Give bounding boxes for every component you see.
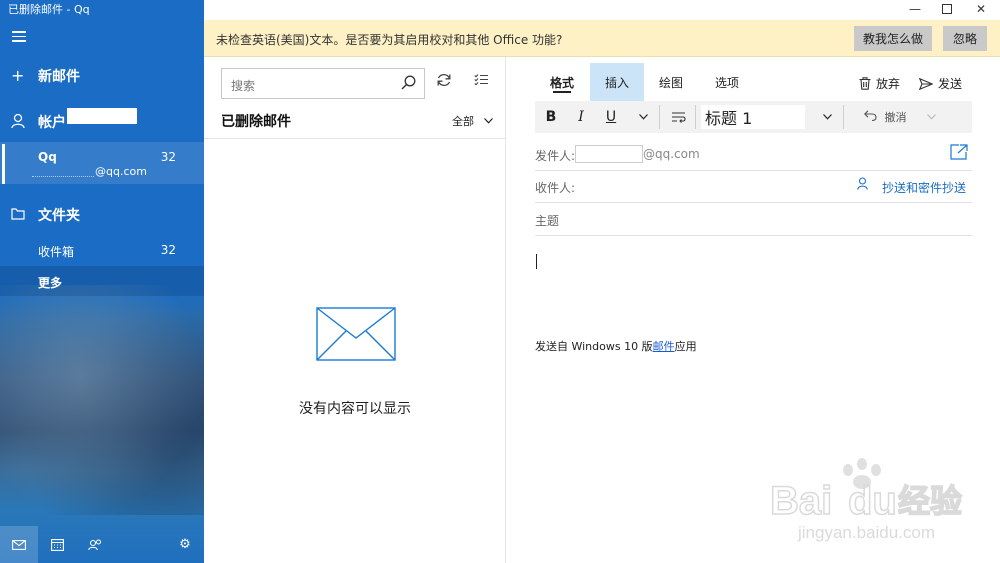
watermark-brand: Bai — [770, 479, 832, 523]
italic-button[interactable]: I — [571, 101, 591, 133]
proofing-notice-bar: 未检查英语(美国)文本。是否要为其启用校对和其他 Office 功能? 教我怎么… — [204, 20, 1000, 57]
list-divider — [204, 138, 506, 139]
folder-item-inbox[interactable]: 收件箱 32 — [0, 235, 204, 265]
account-unread-count: 32 — [160, 150, 176, 164]
watermark-product: 经验 — [898, 482, 962, 520]
send-icon — [918, 77, 934, 93]
sync-icon[interactable] — [434, 72, 454, 93]
filter-label: 全部 — [452, 115, 474, 128]
font-format-dropdown[interactable] — [635, 101, 651, 133]
toolbar-divider — [843, 105, 844, 129]
signature: 发送自 Windows 10 版邮件应用 — [535, 338, 697, 354]
account-item-qq[interactable]: Qq 32 @qq.com — [0, 142, 204, 184]
folders-header[interactable]: 文件夹 — [0, 205, 204, 225]
discard-button[interactable]: 放弃 — [859, 75, 900, 93]
subject-placeholder: 主题 — [535, 214, 560, 228]
popout-icon[interactable] — [950, 144, 968, 164]
style-selector[interactable]: 标题 1 — [701, 105, 805, 129]
email-redaction — [32, 167, 94, 177]
from-address-suffix: @qq.com — [643, 147, 700, 161]
folder-label: 收件箱 — [38, 245, 75, 259]
baidu-watermark: Bai du 经验 jingyan.baidu.com — [769, 456, 990, 546]
empty-state-text: 没有内容可以显示 — [299, 401, 411, 417]
folders-label: 文件夹 — [38, 208, 80, 224]
mail-icon[interactable] — [0, 526, 38, 563]
trash-icon — [859, 77, 871, 93]
undo-dropdown[interactable] — [923, 101, 939, 133]
minimize-icon[interactable]: — — [900, 0, 930, 18]
new-mail-button[interactable]: + 新邮件 — [0, 66, 204, 86]
folder-title: 已删除邮件 — [221, 114, 291, 130]
cc-bcc-link[interactable]: 抄送和密件抄送 — [882, 179, 966, 196]
notice-message: 未检查英语(美国)文本。是否要为其启用校对和其他 Office 功能? — [216, 33, 563, 47]
new-mail-label: 新邮件 — [38, 69, 80, 85]
subject-field[interactable]: 主题 — [535, 204, 972, 236]
hamburger-menu-icon[interactable] — [12, 31, 26, 43]
selection-mode-icon[interactable] — [471, 73, 491, 90]
ignore-button[interactable]: 忽略 — [943, 26, 987, 51]
underline-button[interactable]: U — [601, 101, 621, 133]
signature-suffix: 应用 — [674, 340, 697, 353]
selection-indicator — [2, 144, 5, 184]
signature-prefix: 发送自 Windows 10 版 — [535, 340, 653, 353]
undo-button[interactable]: 撤消 — [855, 101, 915, 133]
person-icon — [857, 177, 868, 194]
send-label: 发送 — [938, 77, 963, 91]
style-dropdown[interactable] — [819, 101, 835, 133]
chevron-down-icon — [483, 114, 493, 127]
filter-dropdown[interactable]: 全部 — [452, 113, 493, 129]
search-input[interactable]: 搜索 — [221, 68, 425, 99]
account-name-redaction — [67, 108, 137, 124]
folder-label: 更多 — [38, 276, 63, 290]
from-address-redaction — [575, 145, 643, 163]
toolbar-divider — [659, 105, 660, 129]
to-field[interactable]: 收件人: 抄送和密件抄送 — [535, 171, 972, 203]
plus-icon: + — [11, 66, 25, 85]
text-cursor — [536, 254, 537, 269]
account-name: Qq — [38, 150, 57, 164]
tab-insert[interactable]: 插入 — [590, 63, 644, 101]
settings-icon[interactable]: ⚙ — [166, 526, 204, 563]
sidebar: 已删除邮件 - Qq + 新邮件 帐户 Qq 32 @qq.com 文件夹 收件… — [0, 0, 204, 563]
message-list-pane: 搜索 已删除邮件 全部 没有内容可以显示 — [204, 57, 506, 563]
accounts-label: 帐户 — [38, 115, 66, 131]
from-label: 发件人: — [535, 149, 576, 163]
search-icon[interactable] — [401, 75, 416, 94]
calendar-icon[interactable] — [38, 526, 76, 563]
people-icon[interactable] — [76, 526, 114, 563]
toolbar-divider — [695, 105, 696, 129]
signature-link[interactable]: 邮件 — [653, 340, 675, 353]
from-field[interactable]: 发件人: @qq.com — [535, 139, 972, 171]
maximize-icon[interactable] — [932, 0, 962, 18]
background-landscape — [0, 285, 204, 515]
paragraph-format-icon[interactable] — [668, 101, 688, 133]
to-label: 收件人: — [535, 181, 576, 195]
bottom-nav: ⚙ — [0, 526, 204, 563]
person-icon — [11, 113, 25, 132]
folder-icon — [11, 207, 25, 223]
undo-label: 撤消 — [884, 111, 907, 124]
undo-icon — [863, 110, 877, 124]
tab-draw[interactable]: 绘图 — [649, 63, 693, 101]
tab-format[interactable]: 格式 — [539, 63, 585, 101]
search-placeholder: 搜索 — [231, 79, 256, 93]
watermark-brand2: du — [848, 479, 897, 523]
format-toolbar: B I U 标题 1 撤消 — [535, 101, 972, 133]
tab-options[interactable]: 选项 — [705, 63, 749, 101]
empty-envelope-icon — [316, 307, 396, 361]
discard-label: 放弃 — [876, 77, 901, 91]
window-title: 已删除邮件 - Qq — [8, 3, 90, 16]
folder-count: 32 — [160, 243, 176, 257]
bold-button[interactable]: B — [541, 101, 561, 133]
account-email: @qq.com — [95, 165, 147, 178]
watermark-url: jingyan.baidu.com — [797, 523, 935, 542]
folder-item-more[interactable]: 更多 — [0, 266, 204, 296]
send-button[interactable]: 发送 — [918, 75, 963, 93]
teach-me-button[interactable]: 教我怎么做 — [854, 26, 932, 51]
close-icon[interactable]: ✕ — [966, 0, 996, 18]
